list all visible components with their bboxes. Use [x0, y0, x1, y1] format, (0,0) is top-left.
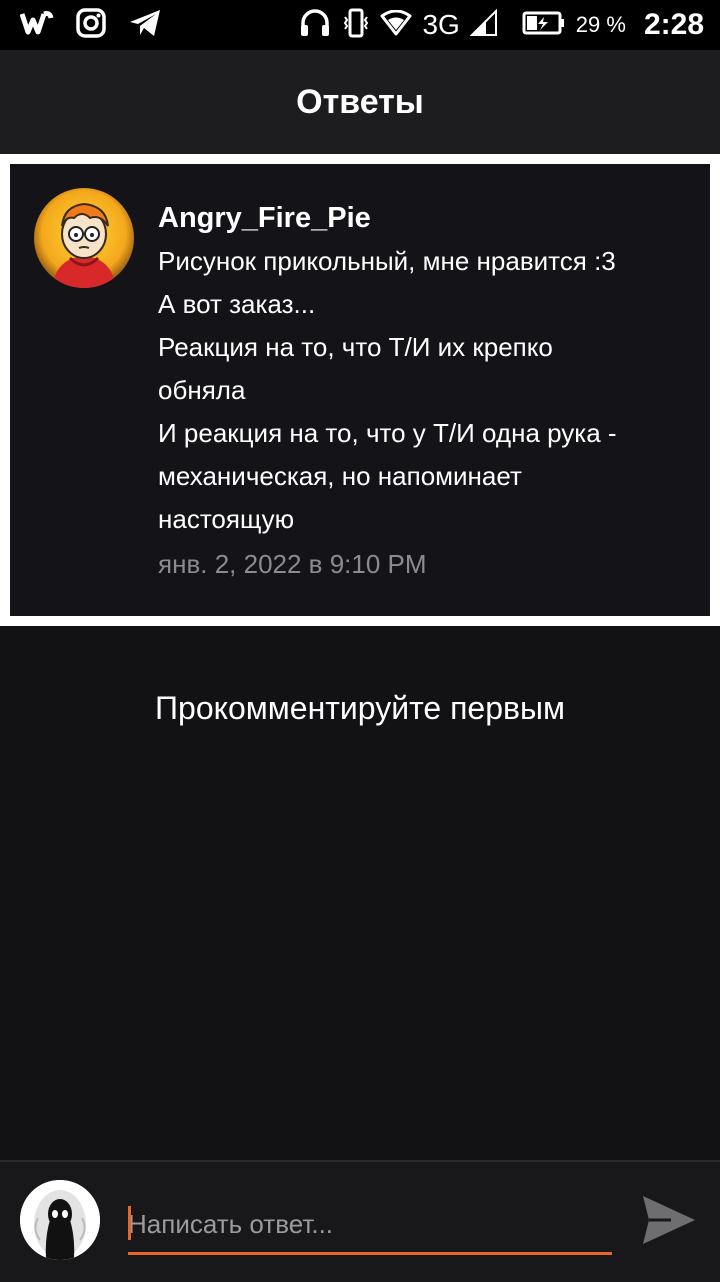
comment-text-line: Реакция на то, что Т/И их крепко — [158, 332, 553, 362]
reply-bar — [0, 1160, 720, 1282]
comment-body: Angry_Fire_Pie Рисунок прикольный, мне н… — [158, 196, 698, 586]
comment-timestamp: янв. 2, 2022 в 9:10 PM — [158, 549, 427, 579]
network-type: 3G — [422, 9, 460, 40]
comment-text-line: настоящую — [158, 504, 295, 534]
vibrate-icon — [342, 7, 370, 44]
app-bar: Ответы — [0, 50, 720, 154]
battery-icon — [522, 10, 566, 41]
signal-icon — [469, 8, 498, 42]
comment-text-line: механическая, но напоминает — [158, 461, 522, 491]
comment-text-line: И реакция на то, что у Т/И одна рука - — [158, 418, 617, 448]
wifi-icon — [380, 9, 412, 41]
instagram-icon — [76, 7, 106, 43]
clock: 2:28 — [643, 8, 704, 41]
send-icon — [641, 1194, 697, 1251]
page-title: Ответы — [296, 82, 424, 121]
battery-percent: 29 % — [575, 12, 626, 37]
status-bar: 3G 29 % 2:28 — [0, 0, 720, 50]
telegram-icon — [128, 8, 162, 43]
comment-text-line: Рисунок прикольный, мне нравится :3 — [158, 246, 616, 276]
comment-highlight: Angry_Fire_Pie Рисунок прикольный, мне н… — [0, 154, 720, 626]
headset-icon — [298, 7, 332, 44]
user-avatar — [20, 1180, 100, 1260]
empty-replies-message: Прокомментируйте первым — [155, 690, 565, 726]
send-button[interactable] — [638, 1192, 700, 1252]
reply-input[interactable] — [128, 1196, 612, 1255]
comment-text-line: А вот заказ... — [158, 289, 316, 319]
comment-card[interactable]: Angry_Fire_Pie Рисунок прикольный, мне н… — [10, 164, 710, 616]
commenter-avatar[interactable] — [34, 188, 134, 288]
comment-text-line: обняла — [158, 375, 246, 405]
comment-username[interactable]: Angry_Fire_Pie — [158, 196, 698, 240]
text-cursor — [128, 1206, 131, 1240]
wattpad-icon — [19, 10, 54, 41]
